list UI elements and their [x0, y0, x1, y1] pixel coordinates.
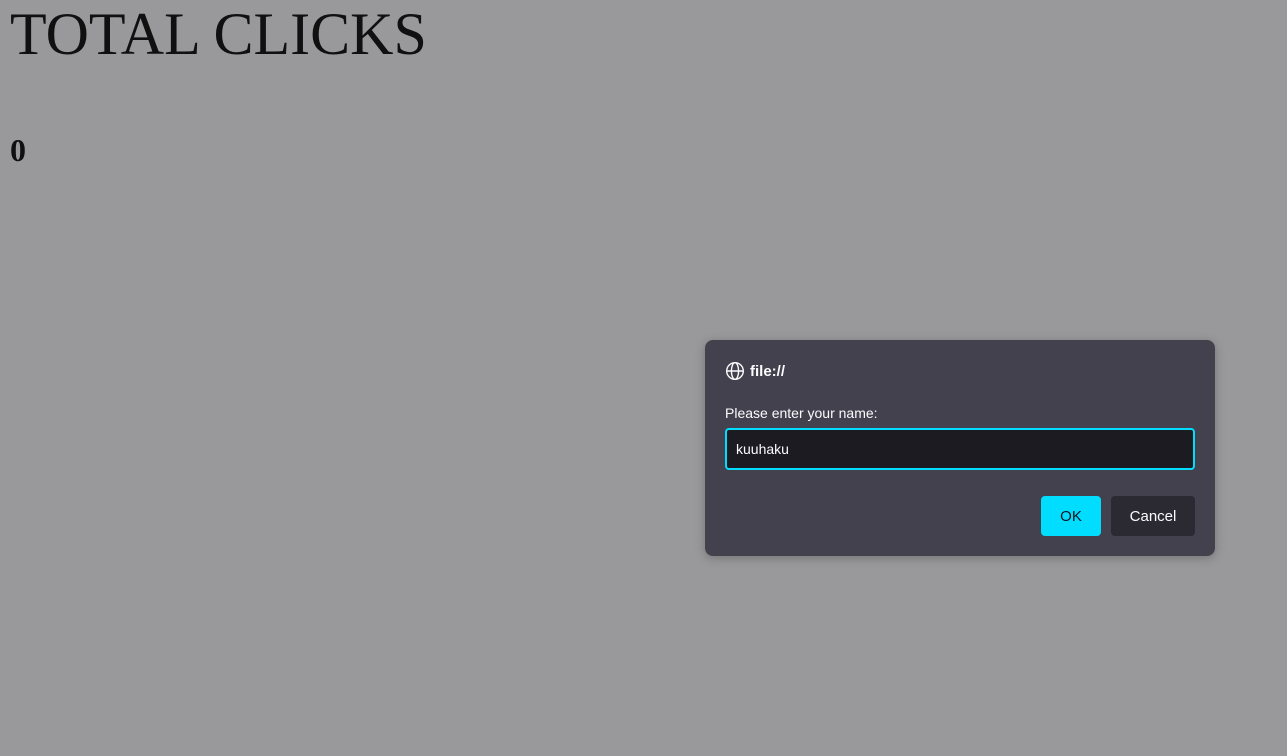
prompt-label: Please enter your name:: [725, 405, 878, 421]
globe-icon: [725, 361, 745, 381]
click-count: 0: [10, 132, 26, 168]
prompt-dialog: file:// Please enter your name: OK Cance…: [705, 340, 1215, 556]
cancel-button[interactable]: Cancel: [1111, 496, 1195, 536]
page-title: TOTAL CLICKS: [10, 1, 427, 67]
dialog-header: file://: [725, 360, 785, 382]
dialog-buttons: OK Cancel: [1041, 496, 1195, 536]
ok-button[interactable]: OK: [1041, 496, 1101, 536]
name-input[interactable]: [725, 428, 1195, 470]
dialog-origin: file://: [750, 362, 786, 380]
